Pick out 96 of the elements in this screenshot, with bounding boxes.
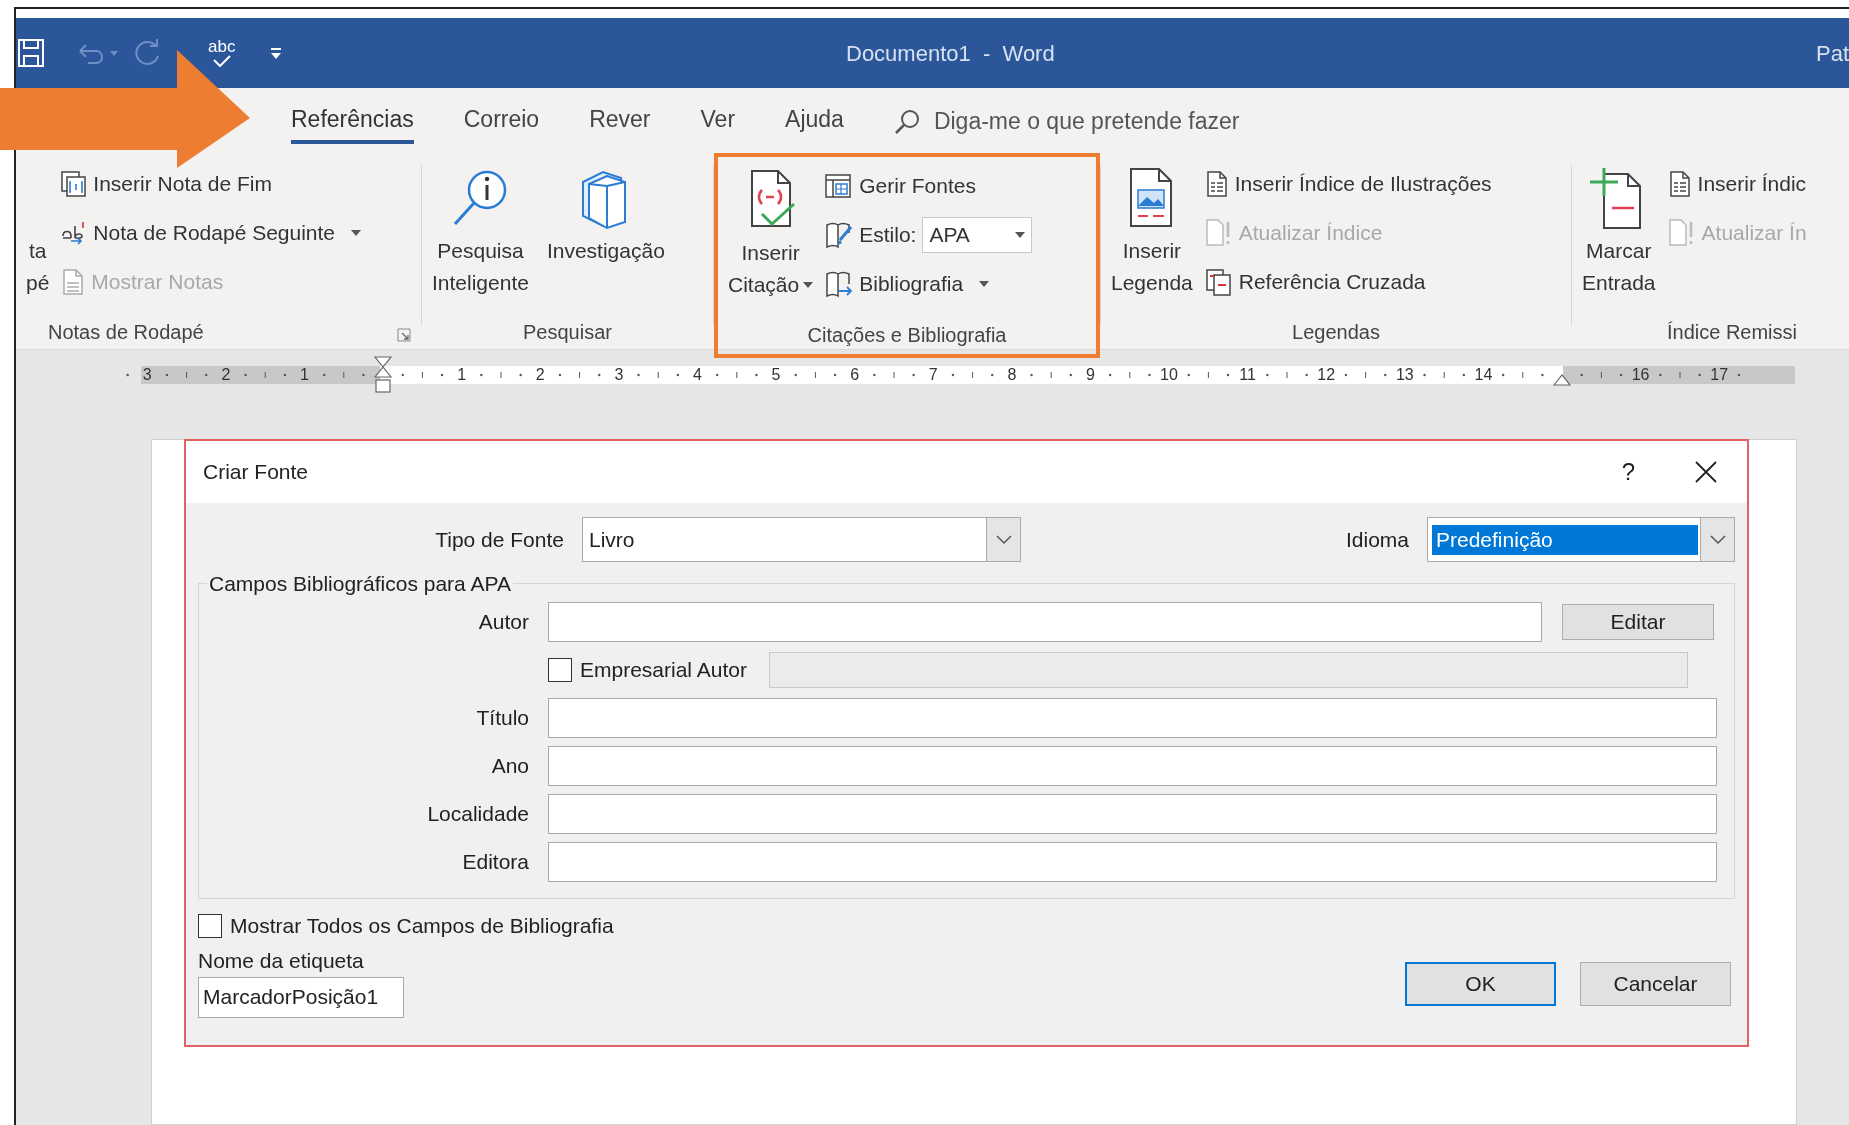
- text-field[interactable]: [548, 697, 1717, 738]
- field-label: Editora: [461, 848, 529, 875]
- checkbox-label: Mostrar Todos os Campos de Bibliografia: [230, 912, 614, 939]
- notes-page-icon: [61, 268, 86, 295]
- caret-icon: [351, 229, 362, 236]
- ribbon-button[interactable]: Inserir Índice de Ilustrações: [1204, 159, 1492, 208]
- ruler-number: 1: [456, 367, 468, 383]
- book-brush-icon: [825, 220, 854, 249]
- window-title: Documento1 - Word: [846, 39, 1055, 68]
- ribbon-large-button[interactable]: Inserir Legenda: [1105, 155, 1199, 315]
- ribbon-large-button[interactable]: ta pé: [20, 235, 56, 299]
- text-field[interactable]: [548, 793, 1717, 834]
- style-select[interactable]: APA: [922, 216, 1033, 253]
- ribbon-tab[interactable]: Rever: [589, 99, 651, 144]
- checkbox[interactable]: [198, 913, 222, 938]
- document-list-icon: [1204, 170, 1229, 197]
- ribbon-large-button[interactable]: Investigação: [540, 155, 671, 315]
- field-label: Autor: [477, 608, 529, 635]
- spelling-button[interactable]: abc: [208, 39, 236, 67]
- ruler-number: 10: [1159, 367, 1179, 383]
- ruler-number: 2: [534, 367, 546, 383]
- ribbon-large-button[interactable]: Pesquisa Inteligente: [426, 155, 535, 315]
- ruler-number: 14: [1473, 367, 1494, 383]
- dialog-title: Criar Fonte: [203, 459, 309, 486]
- ruler-number: 9: [1084, 367, 1096, 383]
- ruler-number: 7: [927, 367, 939, 383]
- ribbon-tab[interactable]: Correio: [463, 99, 540, 144]
- ribbon-large-button[interactable]: Inserir Citação: [722, 157, 820, 317]
- field-label: Título: [475, 704, 529, 731]
- tell-me-field[interactable]: Diga-me o que pretende fazer: [893, 104, 1240, 139]
- endnote-icon: [61, 170, 88, 197]
- caret-icon: [979, 280, 990, 287]
- checkbox-label: Empresarial Autor: [580, 656, 747, 683]
- group-label: Índice Remissi: [1666, 319, 1797, 345]
- ruler-number: 3: [141, 367, 153, 383]
- ruler-number: 8: [1006, 367, 1018, 383]
- ruler-number: 1: [299, 367, 310, 383]
- caret-icon: [1015, 231, 1026, 238]
- ruler-number: 11: [1238, 367, 1257, 383]
- ribbon-button[interactable]: Inserir Índic: [1667, 159, 1807, 208]
- ruler-number: 3: [613, 367, 625, 383]
- ruler-number: 4: [692, 367, 703, 383]
- group-label: Notas de Rodapé: [48, 319, 204, 345]
- field-label: Localidade: [426, 800, 529, 827]
- ruler-number: 17: [1709, 367, 1730, 383]
- ribbon-tab[interactable]: Referências: [291, 99, 414, 144]
- indent-marker-icon[interactable]: [1553, 372, 1571, 386]
- ribbon-tab[interactable]: Ajuda: [785, 99, 844, 144]
- checkbox[interactable]: [548, 657, 572, 682]
- text-field[interactable]: [548, 601, 1542, 642]
- dialog-launcher-icon[interactable]: [397, 327, 411, 342]
- source-type-select[interactable]: Livro: [582, 517, 1021, 562]
- ruler-number: 16: [1630, 367, 1651, 383]
- cross-reference-icon: [1204, 267, 1233, 296]
- ruler-number: 2: [220, 367, 232, 383]
- document-list-icon: [1667, 170, 1692, 197]
- group-label: Pesquisar: [523, 319, 612, 345]
- source-type-label: Tipo de Fonte: [434, 526, 564, 553]
- ruler-number: 12: [1316, 367, 1337, 383]
- caret-icon: [803, 282, 814, 288]
- cancel-button[interactable]: Cancelar: [1580, 961, 1731, 1006]
- group-label: Legendas: [1292, 319, 1380, 345]
- search-icon: [893, 108, 920, 135]
- ruler-number: 5: [770, 367, 782, 383]
- field-label: Ano: [490, 752, 529, 779]
- ruler-number: 6: [849, 367, 861, 383]
- tag-name-field[interactable]: MarcadorPosição1: [198, 976, 404, 1018]
- style-label: Estilo:: [859, 221, 917, 248]
- ribbon-button[interactable]: Inserir Nota de Fim: [61, 159, 362, 208]
- ruler-number: 13: [1394, 367, 1415, 383]
- fields-group-title: Campos Bibliográficos para APA: [208, 571, 512, 597]
- ribbon-tab[interactable]: Ver: [700, 99, 736, 144]
- close-icon[interactable]: [1695, 461, 1717, 483]
- text-field[interactable]: [548, 745, 1717, 786]
- indent-marker-icon[interactable]: [374, 356, 393, 394]
- language-label: Idioma: [1345, 526, 1409, 553]
- ribbon-button[interactable]: Gerir Fontes: [825, 161, 1033, 210]
- chevron-down-icon: [1709, 534, 1726, 545]
- edit-button[interactable]: Editar: [1562, 603, 1714, 640]
- language-select[interactable]: Predefinição: [1427, 517, 1735, 562]
- chevron-down-icon: [995, 534, 1012, 545]
- check-icon: [211, 55, 232, 67]
- ribbon-button[interactable]: Bibliografia: [825, 259, 1033, 308]
- ribbon-large-button[interactable]: Marcar Entrada: [1576, 155, 1662, 315]
- help-button[interactable]: ?: [1621, 454, 1635, 490]
- group-label: Citações e Bibliografia: [807, 322, 1007, 348]
- save-icon[interactable]: [18, 39, 44, 67]
- ribbon-button[interactable]: Nota de Rodapé Seguinte: [61, 208, 362, 257]
- manage-sources-icon: [825, 172, 854, 199]
- account-name: Pat: [1816, 39, 1849, 68]
- ribbon-button[interactable]: Referência Cruzada: [1204, 257, 1492, 306]
- book-arrow-icon: [825, 269, 854, 298]
- text-field[interactable]: [548, 841, 1717, 882]
- ok-button[interactable]: OK: [1405, 961, 1556, 1006]
- tag-name-label: Nome da etiqueta: [198, 947, 365, 974]
- customize-icon[interactable]: [269, 46, 284, 60]
